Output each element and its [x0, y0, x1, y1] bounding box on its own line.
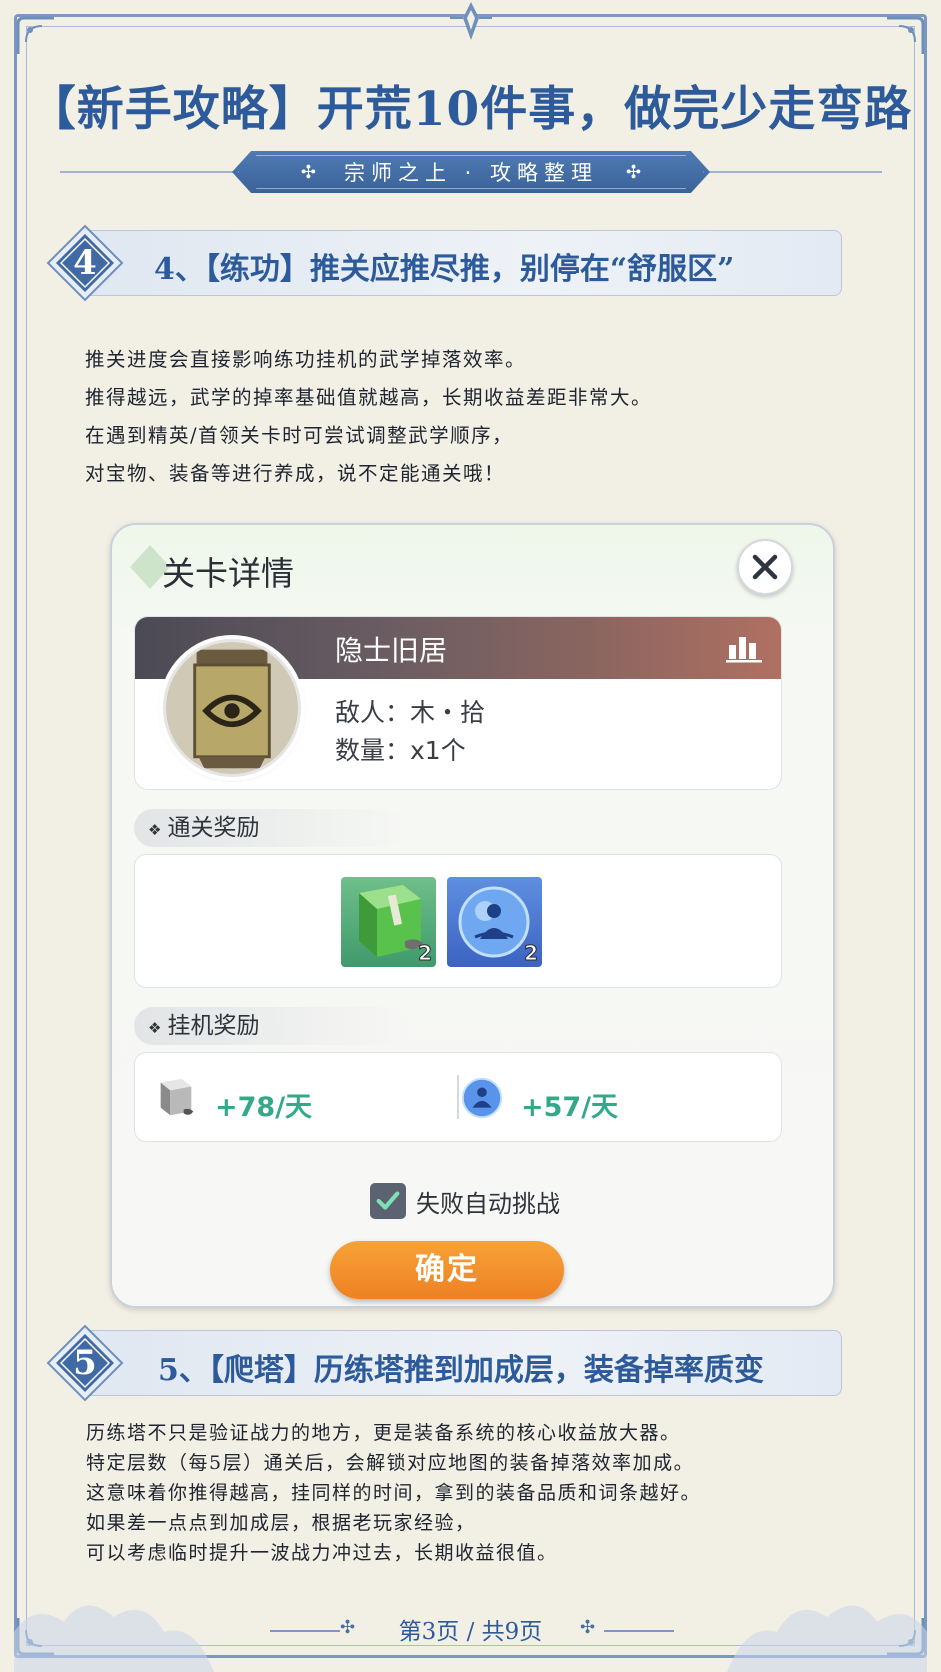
- idle-reward-value: +57/天: [521, 1092, 619, 1123]
- paragraph-line: 特定层数（每5层）通关后，会解锁对应地图的装备掉落效率加成。: [86, 1452, 695, 1474]
- item-count: 2: [524, 941, 539, 966]
- stage-card: 隐士旧居 敌人：木・拾 数量：x1个: [134, 616, 782, 790]
- section-4-body: 推关进度会直接影响练功挂机的武学掉落效率。 推得越远，武学的掉率基础值就越高，长…: [85, 341, 652, 493]
- idle-rewards-label: ❖ 挂机奖励: [134, 1007, 404, 1045]
- paragraph-line: 推得越远，武学的掉率基础值就越高，长期收益差距非常大。: [85, 386, 653, 409]
- corner-ornament-icon: [883, 14, 927, 58]
- auto-challenge-checkbox[interactable]: [370, 1183, 406, 1219]
- subtitle: 宗师之上 · 攻略整理: [343, 161, 599, 185]
- paragraph-line: 如果差一点点到加成层，根据老玩家经验，: [86, 1512, 476, 1534]
- auto-challenge-row[interactable]: 失败自动挑战: [370, 1183, 560, 1219]
- paragraph-line: 历练塔不只是验证战力的地方，更是装备系统的核心收益放大器。: [86, 1422, 681, 1444]
- divider: [604, 1630, 674, 1632]
- stage-portrait: [163, 639, 301, 777]
- confirm-button[interactable]: 确定: [330, 1241, 564, 1299]
- stage-count: 数量：x1个: [335, 736, 466, 765]
- reward-item[interactable]: 2: [447, 877, 542, 967]
- sparkle-icon: ✣: [300, 161, 316, 183]
- stage-details-dialog: 关卡详情 隐士旧居 敌人：木・拾 数量：x1个 ❖ 通关奖励 2 2 ❖ 挂机奖…: [110, 523, 835, 1308]
- diamond-bullet-icon: ❖: [148, 1019, 162, 1037]
- blue-orb-icon: [461, 1077, 503, 1119]
- eye-banner-icon: [166, 642, 298, 774]
- divider: [60, 171, 235, 173]
- diamond-bullet-icon: ❖: [148, 821, 162, 839]
- section-5-number-badge: 5: [46, 1324, 124, 1402]
- paragraph-line: 推关进度会直接影响练功挂机的武学掉落效率。: [85, 348, 527, 371]
- paragraph-line: 对宝物、装备等进行养成，说不定能通关哦！: [85, 462, 506, 485]
- auto-challenge-label: 失败自动挑战: [416, 1189, 560, 1218]
- section-4-number-badge: 4: [46, 224, 124, 302]
- stage-name: 隐士旧居: [335, 634, 448, 667]
- close-icon: [752, 554, 778, 580]
- paragraph-line: 这意味着你推得越高，挂同样的时间，拿到的装备品质和词条越好。: [86, 1482, 702, 1504]
- top-diamond-ornament-icon: [448, 0, 494, 44]
- close-button[interactable]: [737, 539, 793, 595]
- section-5-title: 5、【爬塔】历练塔推到加成层，装备掉率质变: [158, 1353, 764, 1388]
- reward-item[interactable]: 2: [341, 877, 436, 967]
- stage-enemy: 敌人：木・拾: [335, 698, 486, 727]
- divider: [707, 171, 882, 173]
- corner-ornament-icon: [14, 14, 58, 58]
- grey-book-icon: [160, 1078, 194, 1116]
- paragraph-line: 在遇到精英/首领关卡时可尝试调整武学顺序，: [85, 424, 514, 447]
- checkmark-icon: [376, 1191, 400, 1210]
- item-count: 2: [418, 941, 433, 966]
- pagination: 第3页 / 共9页: [398, 1619, 543, 1645]
- subtitle-ribbon: ✣ 宗师之上 · 攻略整理 ✣: [232, 151, 710, 193]
- section-5-body: 历练塔不只是验证战力的地方，更是装备系统的核心收益放大器。 特定层数（每5层）通…: [86, 1418, 701, 1568]
- sparkle-icon: ✣: [580, 1617, 596, 1638]
- sparkle-icon: ✣: [626, 161, 642, 183]
- paragraph-line: 可以考虑临时提升一波战力冲过去，长期收益很值。: [86, 1542, 558, 1564]
- clear-rewards-box: 2 2: [134, 854, 782, 988]
- clear-rewards-label: ❖ 通关奖励: [134, 809, 404, 847]
- section-4-title: 4、【练功】推关应推尽推，别停在“舒服区”: [154, 252, 735, 287]
- idle-rewards-box: +78/天 +57/天: [134, 1052, 782, 1142]
- stats-icon[interactable]: [725, 633, 765, 663]
- idle-reward-value: +78/天: [215, 1092, 313, 1123]
- dialog-title: 关卡详情: [162, 554, 294, 593]
- page-title: 【新手攻略】开荒10件事，做完少走弯路: [28, 82, 913, 137]
